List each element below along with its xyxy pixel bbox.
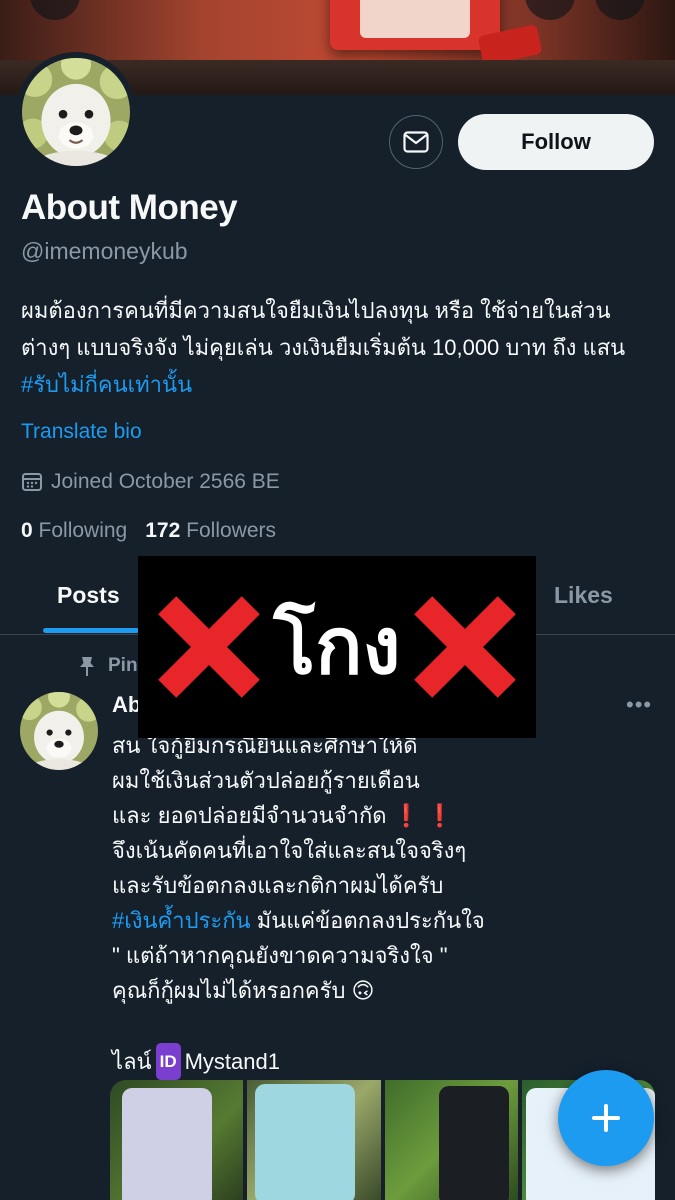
tab-posts[interactable]: Posts (57, 582, 120, 609)
media-image[interactable] (247, 1080, 381, 1200)
plus-icon (592, 1104, 620, 1132)
phone-screenshot (255, 1084, 356, 1200)
follow-button[interactable]: Follow (458, 114, 654, 170)
profile-name: About Money (21, 188, 238, 227)
line-prefix: ไลน์ (112, 1049, 152, 1074)
profile-bio: ผมต้องการคนที่มีความสนใจยืมเงินไปลงทุน ห… (21, 292, 651, 403)
scam-warning-text: โกง (273, 602, 401, 692)
post-line-text: มันแค่ข้อตกลงประกันใจ (250, 908, 485, 933)
scam-warning-overlay: โกง (138, 556, 536, 738)
post-line-blank (112, 1008, 632, 1043)
bio-text: ผมต้องการคนที่มีความสนใจยืมเงินไปลงทุน ห… (21, 298, 626, 360)
message-button[interactable] (389, 115, 443, 169)
media-image[interactable] (384, 1080, 518, 1200)
followers-link[interactable]: 172 Followers (145, 519, 276, 543)
profile-avatar[interactable] (16, 52, 136, 172)
bio-hashtag-link[interactable]: #รับไม่กี่คนเท่านั้น (21, 372, 192, 397)
active-tab-indicator (43, 628, 139, 633)
red-x-icon (158, 596, 261, 698)
followers-count: 172 (145, 519, 181, 542)
dog-avatar-small-image (20, 692, 98, 770)
banner-sign-text (360, 0, 470, 38)
post-more-icon[interactable]: ••• (626, 692, 652, 718)
post-line: และ ยอดปล่อยมีจำนวนจำกัด ❗ ❗ (112, 798, 632, 833)
red-x-icon (413, 596, 516, 698)
media-image[interactable] (110, 1080, 244, 1200)
post-line-text: และ ยอดปล่อยมีจำนวนจำกัด (112, 803, 393, 828)
phone-screenshot (122, 1088, 212, 1200)
exclamation-emoji: ❗ ❗ (392, 803, 454, 828)
calendar-icon (22, 473, 42, 491)
tab-likes[interactable]: Likes (554, 582, 613, 609)
joined-text: Joined October 2566 BE (51, 470, 280, 493)
envelope-icon (403, 131, 429, 153)
follow-stats: 0 Following 172 Followers (21, 519, 276, 543)
following-label: Following (38, 519, 128, 542)
pin-icon (80, 657, 94, 676)
post-line: จึงเน้นคัดคนที่เอาใจใส่และสนใจจริงๆ (112, 838, 467, 863)
dog-avatar-image (22, 58, 130, 166)
post-line: ไลน์ ID Mystand1 (112, 1043, 632, 1080)
translate-bio-link[interactable]: Translate bio (21, 420, 142, 444)
followers-label: Followers (186, 519, 276, 542)
post-line: " แต่ถ้าหากคุณยังขาดความจริงใจ " (112, 943, 448, 968)
post-line: ผมใช้เงินส่วนตัวปล่อยกู้รายเดือน (112, 768, 420, 793)
phone-screenshot (438, 1086, 509, 1200)
compose-button[interactable] (558, 1070, 654, 1166)
post-line: #เงินค้ำประกัน มันแค่ข้อตกลงประกันใจ (112, 903, 632, 938)
joined-date: Joined October 2566 BE (21, 470, 280, 494)
post-hashtag-link[interactable]: #เงินค้ำประกัน (112, 908, 251, 933)
id-badge-icon: ID (155, 1043, 181, 1080)
post-body: สน ใจกู้ยืมกรณียืนและศึกษาให้ดี ผมใช้เงิ… (112, 728, 632, 1080)
profile-handle: @imemoneykub (21, 238, 188, 264)
post-author-avatar[interactable] (20, 692, 98, 770)
post-line: และรับข้อตกลงและกติกาผมได้ครับ (112, 873, 444, 898)
line-id: Mystand1 (184, 1049, 280, 1074)
following-link[interactable]: 0 Following (21, 519, 127, 543)
following-count: 0 (21, 519, 33, 542)
post-line: คุณก็กู้ผมไม่ได้หรอกครับ 🙃 (112, 978, 375, 1003)
